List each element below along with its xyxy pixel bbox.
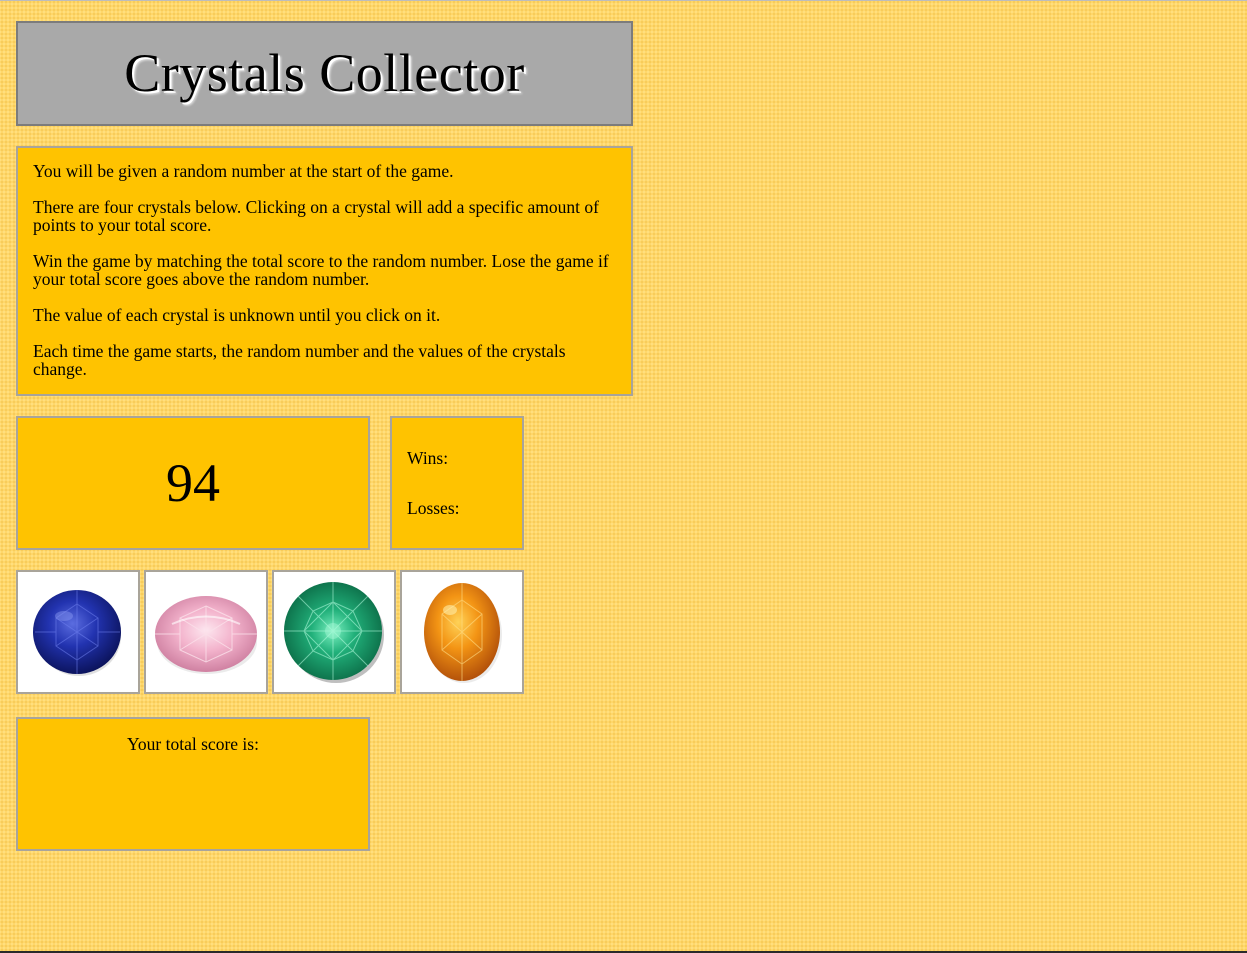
instruction-line: You will be given a random number at the… (33, 161, 454, 181)
wins-label: Wins: (407, 448, 449, 468)
target-number: 94 (166, 453, 220, 513)
losses-label: Losses: (407, 498, 460, 518)
instruction-line: The value of each crystal is unknown unt… (33, 305, 441, 325)
pink-gem-icon (155, 596, 257, 674)
total-score-label: Your total score is: (127, 734, 259, 754)
crystal-button-green[interactable] (272, 570, 396, 694)
total-score-panel: Your total score is: (16, 717, 370, 851)
green-emerald-icon (284, 582, 384, 683)
page: { "header": { "title": "Crystals Collect… (0, 0, 1247, 953)
instruction-line: Each time the game starts, the random nu… (33, 341, 566, 379)
title-banner: Crystals Collector (16, 21, 633, 126)
orange-citrine-icon (424, 583, 502, 683)
instructions-panel: You will be given a random number at the… (16, 146, 633, 396)
win-loss-panel: Wins: Losses: (390, 416, 524, 550)
wins-row: Wins: (407, 448, 522, 468)
crystal-button-orange[interactable] (400, 570, 524, 694)
instruction-line: Win the game by matching the total score… (33, 251, 609, 289)
crystal-button-blue[interactable] (16, 570, 140, 694)
blue-sapphire-icon (33, 590, 121, 676)
instruction-line: There are four crystals below. Clicking … (33, 197, 599, 235)
target-number-panel: 94 (16, 416, 370, 550)
crystal-button-pink[interactable] (144, 570, 268, 694)
game-title: Crystals Collector (124, 43, 525, 103)
losses-row: Losses: (407, 498, 522, 518)
